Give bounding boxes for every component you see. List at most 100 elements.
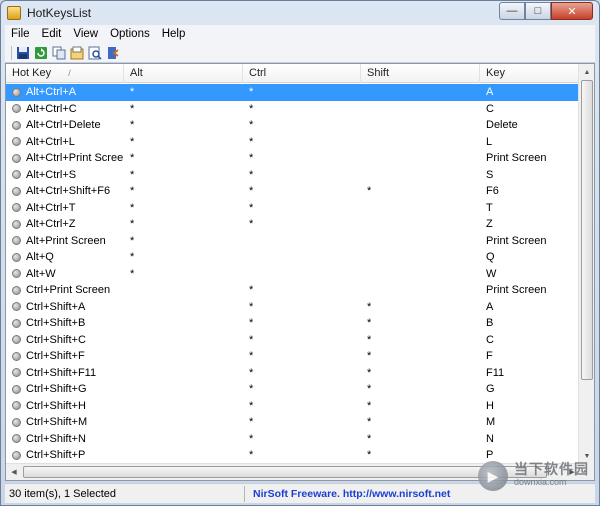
table-row[interactable]: Alt+Ctrl+C * * C (6, 101, 580, 118)
menu-options[interactable]: Options (104, 28, 156, 40)
table-row[interactable]: Alt+Ctrl+Print Screen * * Print Screen (6, 150, 580, 167)
watermark-icon: ▶ (478, 461, 508, 491)
shift-cell: * (367, 449, 372, 461)
alt-cell (124, 315, 243, 332)
close-button[interactable]: ✕ (551, 2, 593, 20)
alt-cell (124, 447, 243, 464)
hotkey-cell: Ctrl+Shift+H (6, 398, 124, 415)
ctrl-cell: * (249, 416, 254, 428)
status-dot-icon (12, 104, 21, 114)
hotkey-cell: Ctrl+Print Screen (6, 282, 124, 299)
menu-view[interactable]: View (67, 28, 104, 40)
table-row[interactable]: Alt+Ctrl+Shift+F6 * * * F6 (6, 183, 580, 200)
ctrl-cell: * (249, 185, 254, 197)
column-key[interactable]: Key (480, 64, 580, 83)
scroll-up-icon[interactable]: ▲ (579, 64, 594, 80)
table-row[interactable]: Alt+Q * Q (6, 249, 580, 266)
nirsoft-link[interactable]: NirSoft Freeware. http://www.nirsoft.net (245, 488, 450, 500)
status-dot-icon (12, 450, 21, 460)
alt-cell (124, 282, 243, 299)
table-row[interactable]: Ctrl+Shift+C * * C (6, 332, 580, 349)
column-alt[interactable]: Alt (124, 64, 243, 83)
hotkey-cell: Ctrl+Shift+C (6, 332, 124, 349)
table-row[interactable]: Alt+Ctrl+Delete * * Delete (6, 117, 580, 134)
table-row[interactable]: Alt+Print Screen * Print Screen (6, 233, 580, 250)
ctrl-cell: * (249, 432, 254, 445)
menu-edit[interactable]: Edit (36, 28, 68, 40)
menu-bar: File Edit View Options Help (5, 25, 595, 43)
vertical-scrollbar[interactable]: ▲ ▼ (578, 64, 594, 464)
table-row[interactable]: Ctrl+Shift+B * * B (6, 315, 580, 332)
vertical-scroll-thumb[interactable] (581, 80, 593, 380)
column-shift[interactable]: Shift (361, 64, 480, 83)
minimize-button[interactable]: — (499, 2, 525, 20)
hotkey-cell: Ctrl+Shift+P (6, 447, 124, 464)
key-cell: F11 (486, 366, 505, 379)
ctrl-cell: * (249, 333, 254, 346)
column-ctrl[interactable]: Ctrl (243, 64, 361, 83)
shift-cell (361, 150, 480, 167)
status-dot-icon (12, 351, 21, 361)
table-row[interactable]: Alt+Ctrl+A * * A (6, 84, 580, 101)
ctrl-cell: * (249, 399, 254, 412)
save-icon[interactable] (15, 45, 31, 61)
ctrl-cell: * (249, 135, 254, 148)
alt-cell: * (130, 152, 135, 164)
menu-file[interactable]: File (5, 28, 36, 40)
title-bar[interactable]: HotKeysList — □ ✕ (1, 1, 599, 25)
find-icon[interactable] (87, 45, 103, 61)
key-cell: Print Screen (486, 234, 547, 247)
scroll-left-icon[interactable]: ◀ (6, 464, 22, 480)
hotkey-label: Alt+Ctrl+A (26, 86, 77, 98)
shift-cell: * (367, 383, 372, 395)
table-row[interactable]: Alt+Ctrl+S * * S (6, 167, 580, 184)
table-row[interactable]: Alt+Ctrl+T * * T (6, 200, 580, 217)
status-item-count: 30 item(s), 1 Selected (5, 485, 245, 502)
hotkey-label: Ctrl+Shift+H (26, 399, 86, 412)
shift-cell (361, 216, 480, 233)
status-dot-icon (12, 252, 21, 262)
status-dot-icon (12, 219, 21, 229)
column-hotkey[interactable]: Hot Key / (6, 64, 124, 83)
hotkeys-list-view[interactable]: Hot Key / Alt Ctrl Shift Key Alt+Ctrl+A *… (5, 63, 595, 481)
table-row[interactable]: Ctrl+Shift+H * * H (6, 398, 580, 415)
table-row[interactable]: Alt+Ctrl+L * * L (6, 134, 580, 151)
toolbar-separator (11, 45, 12, 60)
list-header: Hot Key / Alt Ctrl Shift Key (6, 64, 580, 83)
key-cell: G (486, 383, 495, 395)
ctrl-cell (243, 266, 361, 283)
maximize-button[interactable]: □ (525, 2, 551, 20)
hotkey-label: Ctrl+Shift+F (26, 350, 85, 362)
refresh-icon[interactable] (33, 45, 49, 61)
exit-icon[interactable] (105, 45, 121, 61)
app-window: HotKeysList — □ ✕ File Edit View Options… (0, 0, 600, 506)
table-row[interactable]: Ctrl+Shift+F11 * * F11 (6, 365, 580, 382)
hotkey-label: Ctrl+Shift+P (26, 449, 86, 461)
properties-icon[interactable] (69, 45, 85, 61)
hotkey-cell: Alt+Ctrl+S (6, 167, 124, 184)
copy-icon[interactable] (51, 45, 67, 61)
table-row[interactable]: Ctrl+Shift+F * * F (6, 348, 580, 365)
hotkey-label: Alt+Ctrl+T (26, 201, 76, 214)
shift-cell (361, 249, 480, 266)
status-dot-icon (12, 236, 21, 246)
shift-cell: * (367, 432, 372, 445)
key-cell: Q (486, 251, 495, 263)
status-dot-icon (12, 269, 21, 279)
hotkey-label: Alt+Ctrl+Z (26, 218, 76, 230)
table-row[interactable]: Alt+W * W (6, 266, 580, 283)
table-row[interactable]: Ctrl+Shift+G * * G (6, 381, 580, 398)
shift-cell: * (367, 300, 372, 313)
horizontal-scroll-thumb[interactable] (23, 466, 547, 478)
hotkey-label: Alt+Q (26, 251, 54, 263)
table-row[interactable]: Ctrl+Shift+A * * A (6, 299, 580, 316)
hotkey-cell: Ctrl+Shift+F11 (6, 365, 124, 382)
table-row[interactable]: Alt+Ctrl+Z * * Z (6, 216, 580, 233)
table-row[interactable]: Ctrl+Print Screen * Print Screen (6, 282, 580, 299)
table-row[interactable]: Ctrl+Shift+M * * M (6, 414, 580, 431)
menu-help[interactable]: Help (156, 28, 192, 40)
table-row[interactable]: Ctrl+Shift+N * * N (6, 431, 580, 448)
key-cell: T (486, 201, 493, 214)
hotkey-cell: Alt+Print Screen (6, 233, 124, 250)
key-cell: C (486, 102, 494, 115)
